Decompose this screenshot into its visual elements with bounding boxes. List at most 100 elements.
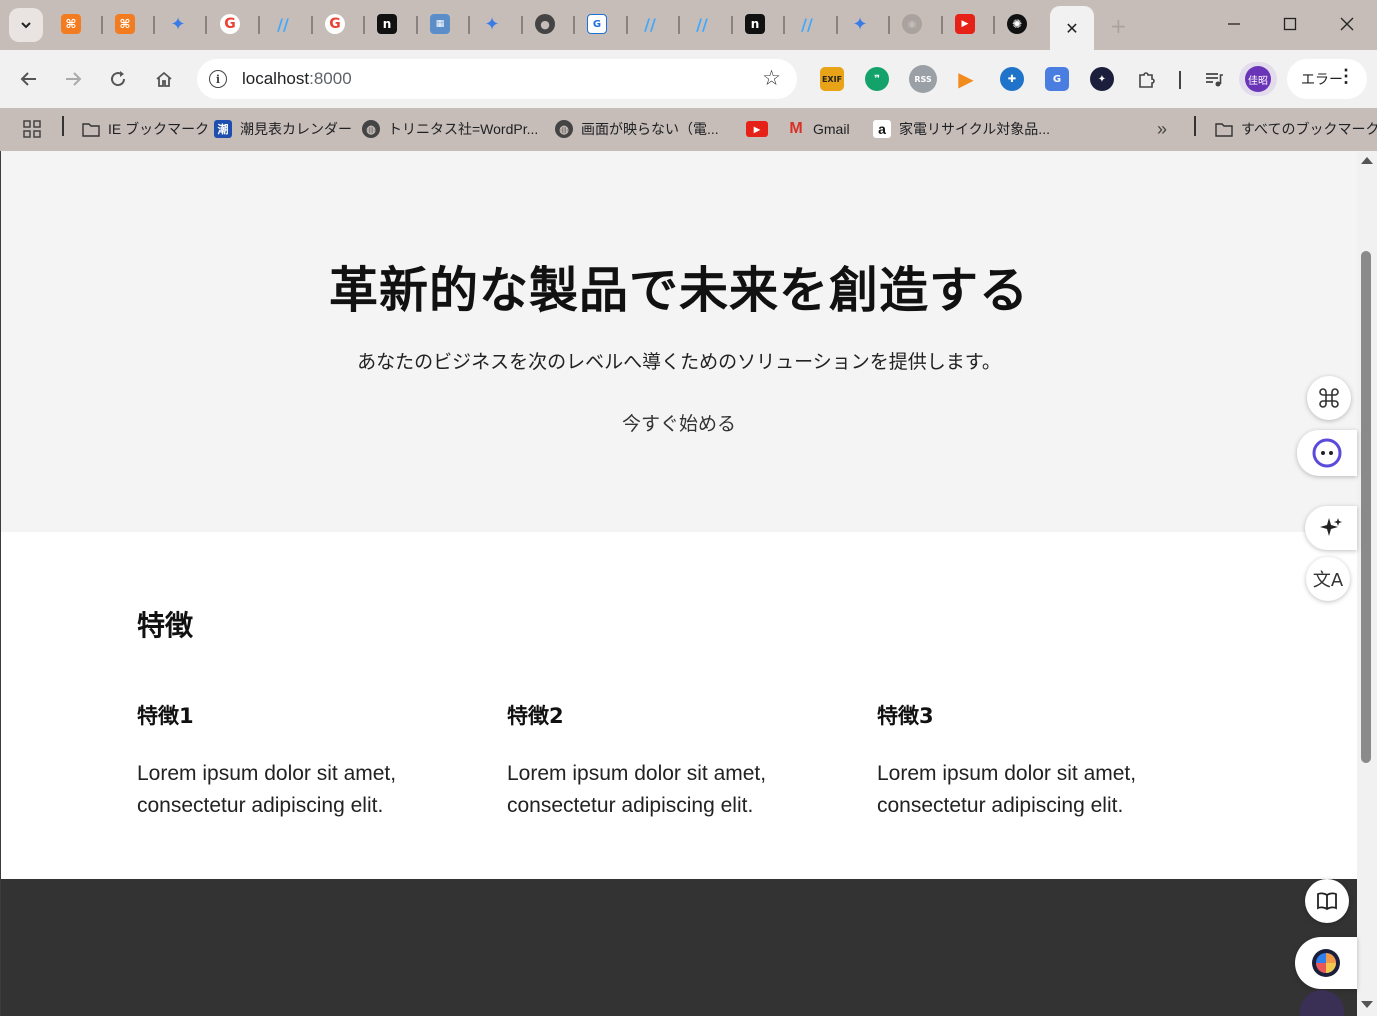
bookmark-screen[interactable]: ◍ 画面が映らない（電... — [555, 117, 719, 141]
tab-xampp[interactable]: ⌘ — [115, 14, 135, 34]
scroll-up-arrow-icon[interactable] — [1361, 157, 1373, 164]
new-tab-button[interactable]: + — [1110, 14, 1127, 38]
reader-mode-button[interactable] — [1305, 879, 1349, 923]
assistant-tab-button[interactable] — [1297, 430, 1357, 476]
close-tab-icon[interactable]: ✕ — [1065, 19, 1078, 38]
tab-site[interactable]: ▦ — [430, 14, 450, 34]
feature-text: Lorem ipsum dolor sit amet, consectetur … — [877, 762, 1137, 817]
tab-search-button[interactable] — [9, 8, 43, 42]
feature-title: 特徴2 — [507, 704, 564, 728]
avatar: 佳昭 — [1245, 66, 1271, 92]
plus-circle-icon[interactable]: ✚ — [1000, 67, 1024, 91]
ai-sparkle-button[interactable] — [1305, 506, 1357, 550]
feature-title: 特徴1 — [137, 704, 194, 728]
tab-divider — [311, 16, 313, 34]
bookmark-label: 潮見表カレンダー — [240, 121, 352, 137]
tab-zenn[interactable]: // — [797, 14, 817, 34]
assistant-face-icon — [1312, 438, 1342, 468]
tab-chrome[interactable]: ◉ — [902, 14, 922, 34]
tab-divider — [205, 16, 207, 34]
media-control-button[interactable] — [1202, 67, 1226, 91]
gmail-icon: M — [789, 120, 803, 137]
address-bar[interactable]: i localhost:8000 ☆ — [197, 59, 797, 99]
tide-icon: 潮 — [214, 120, 232, 138]
tab-divider — [416, 16, 418, 34]
reload-icon — [111, 71, 126, 87]
bookmark-label: 家電リサイクル対象品... — [899, 121, 1050, 137]
extensions-puzzle-button[interactable] — [1135, 67, 1159, 91]
extension-orb-button[interactable] — [1295, 937, 1357, 989]
bookmark-youtube[interactable]: ▶ — [746, 117, 776, 141]
tab-zenn[interactable]: // — [273, 14, 293, 34]
get-started-button[interactable]: 今すぐ始める — [579, 409, 779, 436]
page-footer — [1, 879, 1357, 1016]
tab-chatgpt[interactable]: ✺ — [1007, 14, 1027, 34]
bookmarks-overflow-button[interactable]: » — [1157, 117, 1167, 141]
tab-converter[interactable]: G — [587, 14, 607, 34]
features-section: 特徴 特徴1 Lorem ipsum dolor sit amet, conse… — [1, 532, 1357, 879]
active-tab[interactable]: ✕ — [1050, 6, 1094, 50]
tab-github[interactable]: ● — [535, 14, 555, 34]
forward-button[interactable] — [60, 66, 86, 92]
youtube-icon: ▶ — [746, 121, 768, 137]
quote-icon[interactable]: ❞ — [865, 67, 889, 91]
arrow-left-icon — [20, 72, 36, 86]
translate-icon[interactable]: G — [1045, 67, 1069, 91]
bookmark-amazon[interactable]: a 家電リサイクル対象品... — [873, 117, 1050, 141]
url-host: localhost — [242, 69, 310, 88]
bookmark-trinitas[interactable]: ◍ トリニタス社=WordPr... — [362, 117, 538, 141]
error-menu-button[interactable]: エラー ⋮ — [1287, 59, 1367, 99]
exif-icon[interactable]: EXIF — [820, 67, 844, 91]
url-text[interactable]: localhost:8000 — [242, 69, 352, 89]
bookmark-gmail[interactable]: M Gmail — [787, 117, 849, 141]
window-close-button[interactable] — [1335, 12, 1359, 36]
profile-button[interactable]: 佳昭 — [1239, 62, 1277, 96]
minimize-button[interactable] — [1222, 12, 1246, 36]
bookmark-label: IE ブックマーク — [108, 121, 210, 137]
tab-divider — [836, 16, 838, 34]
hero-section: 革新的な製品で未来を創造する あなたのビジネスを次のレベルへ導くためのソリューシ… — [1, 151, 1357, 532]
site-info-icon[interactable]: i — [209, 70, 227, 88]
translate-button[interactable]: 文A — [1306, 557, 1350, 601]
bookmark-tide[interactable]: 潮 潮見表カレンダー — [214, 117, 352, 141]
tab-youtube[interactable]: ▶ — [955, 14, 975, 34]
toolbar-divider — [1179, 71, 1181, 89]
tab-xampp[interactable]: ⌘ — [61, 14, 81, 34]
chevron-down-icon — [21, 22, 31, 29]
bookmark-ie[interactable]: IE ブックマーク — [82, 117, 209, 141]
rss-icon[interactable]: RSS — [909, 65, 937, 93]
tab-divider — [573, 16, 575, 34]
tab-notion[interactable]: n — [745, 14, 765, 34]
features-heading: 特徴 — [137, 609, 194, 642]
scroll-thumb[interactable] — [1361, 251, 1371, 763]
bookmark-star-icon[interactable]: ☆ — [762, 66, 781, 90]
colorful-orb-icon — [1312, 949, 1340, 977]
star-orb-icon[interactable]: ✦ — [1090, 67, 1114, 91]
sparkle-icon — [1320, 518, 1342, 536]
tab-gemini[interactable]: ✦ — [168, 14, 188, 35]
tab-zenn[interactable]: // — [640, 14, 660, 34]
home-button[interactable] — [151, 66, 177, 92]
tab-divider — [363, 16, 365, 34]
all-bookmarks-button[interactable]: すべてのブックマーク — [1215, 117, 1377, 141]
page-viewport: 革新的な製品で未来を創造する あなたのビジネスを次のレベルへ導くためのソリューシ… — [1, 151, 1357, 1016]
tab-divider — [731, 16, 733, 34]
back-button[interactable] — [16, 66, 42, 92]
tab-divider — [626, 16, 628, 34]
feature-text: Lorem ipsum dolor sit amet, consectetur … — [137, 762, 397, 817]
apps-button[interactable] — [22, 117, 42, 141]
tab-google[interactable]: G — [220, 14, 240, 34]
reload-button[interactable] — [105, 66, 131, 92]
apps-grid-icon — [23, 120, 41, 138]
tab-notion[interactable]: n — [377, 14, 397, 34]
tab-google[interactable]: G — [325, 14, 345, 34]
tab-zenn[interactable]: // — [692, 14, 712, 34]
maximize-button[interactable] — [1278, 12, 1302, 36]
tab-gemini[interactable]: ✦ — [482, 14, 502, 35]
scroll-down-arrow-icon[interactable] — [1361, 1001, 1373, 1008]
command-tool-button[interactable] — [1307, 376, 1351, 420]
play-icon[interactable]: ▶ — [954, 67, 978, 91]
folder-icon — [82, 120, 100, 138]
vertical-scrollbar[interactable] — [1357, 151, 1377, 1016]
tab-gemini[interactable]: ✦ — [850, 14, 870, 35]
